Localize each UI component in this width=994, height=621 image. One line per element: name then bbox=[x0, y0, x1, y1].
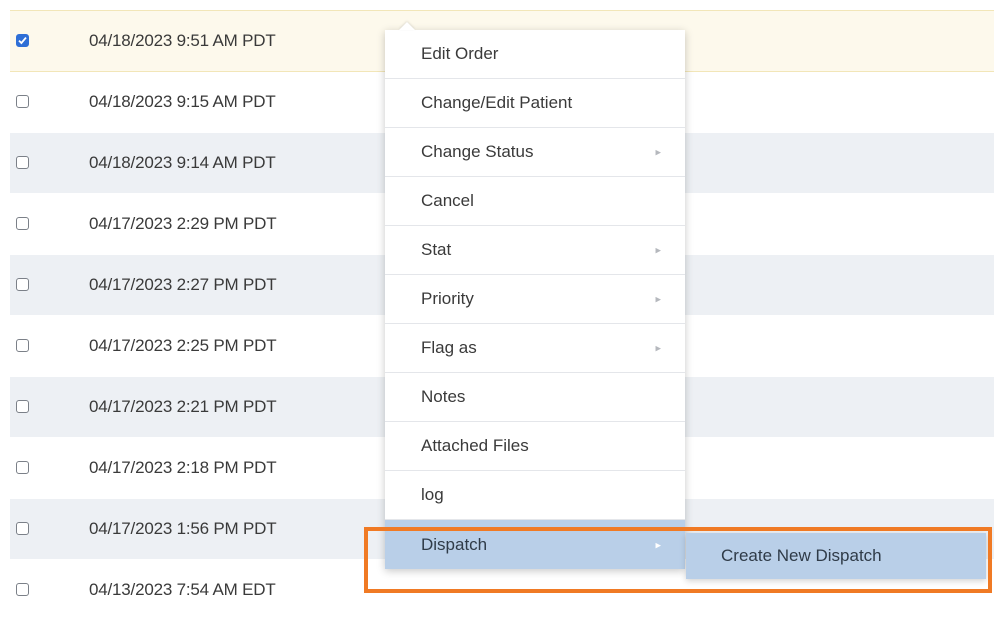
menu-item-label: Edit Order bbox=[421, 44, 499, 63]
menu-item-label: log bbox=[421, 485, 444, 504]
menu-item-label: Attached Files bbox=[421, 436, 529, 455]
menu-item-attached-files[interactable]: Attached Files bbox=[385, 422, 685, 471]
menu-item-cancel[interactable]: Cancel bbox=[385, 177, 685, 226]
menu-item-flag-as[interactable]: Flag as ▸ bbox=[385, 324, 685, 373]
menu-item-label: Stat bbox=[421, 240, 452, 259]
menu-item-priority[interactable]: Priority ▸ bbox=[385, 275, 685, 324]
check-icon bbox=[18, 37, 27, 45]
chevron-right-icon: ▸ bbox=[655, 146, 661, 159]
row-checkbox[interactable] bbox=[16, 278, 29, 291]
order-date: 04/17/2023 2:27 PM PDT bbox=[89, 275, 277, 294]
menu-item-notes[interactable]: Notes bbox=[385, 373, 685, 422]
chevron-right-icon: ▸ bbox=[655, 539, 661, 551]
row-checkbox[interactable] bbox=[16, 461, 29, 474]
row-checkbox[interactable] bbox=[16, 95, 29, 108]
submenu-item-label: Create New Dispatch bbox=[721, 546, 882, 565]
menu-item-stat[interactable]: Stat ▸ bbox=[385, 226, 685, 275]
row-checkbox[interactable] bbox=[16, 522, 29, 535]
row-checkbox[interactable] bbox=[16, 339, 29, 352]
menu-item-edit-order[interactable]: Edit Order bbox=[385, 30, 685, 79]
menu-item-change-status[interactable]: Change Status ▸ bbox=[385, 128, 685, 177]
row-checkbox[interactable] bbox=[16, 583, 29, 596]
order-date: 04/17/2023 2:29 PM PDT bbox=[89, 214, 277, 233]
context-menu: Edit Order Change/Edit Patient Change St… bbox=[385, 30, 685, 569]
menu-item-label: Cancel bbox=[421, 191, 474, 210]
row-checkbox[interactable] bbox=[16, 400, 29, 413]
order-date: 04/17/2023 1:56 PM PDT bbox=[89, 519, 277, 538]
order-date: 04/18/2023 9:51 AM PDT bbox=[89, 31, 276, 50]
row-checkbox[interactable] bbox=[16, 34, 29, 47]
menu-item-label: Change/Edit Patient bbox=[421, 93, 573, 112]
menu-item-label: Priority bbox=[421, 289, 474, 308]
chevron-right-icon: ▸ bbox=[655, 342, 661, 355]
menu-item-label: Notes bbox=[421, 387, 466, 406]
order-date: 04/18/2023 9:15 AM PDT bbox=[89, 92, 276, 111]
menu-item-label: Change Status bbox=[421, 142, 534, 161]
row-checkbox[interactable] bbox=[16, 217, 29, 230]
menu-item-label: Dispatch bbox=[421, 534, 488, 554]
submenu-item-create-new-dispatch[interactable]: Create New Dispatch bbox=[686, 533, 986, 579]
order-date: 04/18/2023 9:14 AM PDT bbox=[89, 153, 276, 172]
row-checkbox[interactable] bbox=[16, 156, 29, 169]
order-date: 04/17/2023 2:18 PM PDT bbox=[89, 458, 277, 477]
menu-item-change-edit-patient[interactable]: Change/Edit Patient bbox=[385, 79, 685, 128]
chevron-right-icon: ▸ bbox=[655, 293, 661, 306]
menu-item-dispatch[interactable]: Dispatch ▸ bbox=[385, 520, 685, 569]
chevron-right-icon: ▸ bbox=[655, 244, 661, 257]
order-date: 04/13/2023 7:54 AM EDT bbox=[89, 580, 276, 599]
menu-item-label: Flag as bbox=[421, 338, 477, 357]
menu-item-log[interactable]: log bbox=[385, 471, 685, 520]
order-date: 04/17/2023 2:21 PM PDT bbox=[89, 397, 277, 416]
order-date: 04/17/2023 2:25 PM PDT bbox=[89, 336, 277, 355]
